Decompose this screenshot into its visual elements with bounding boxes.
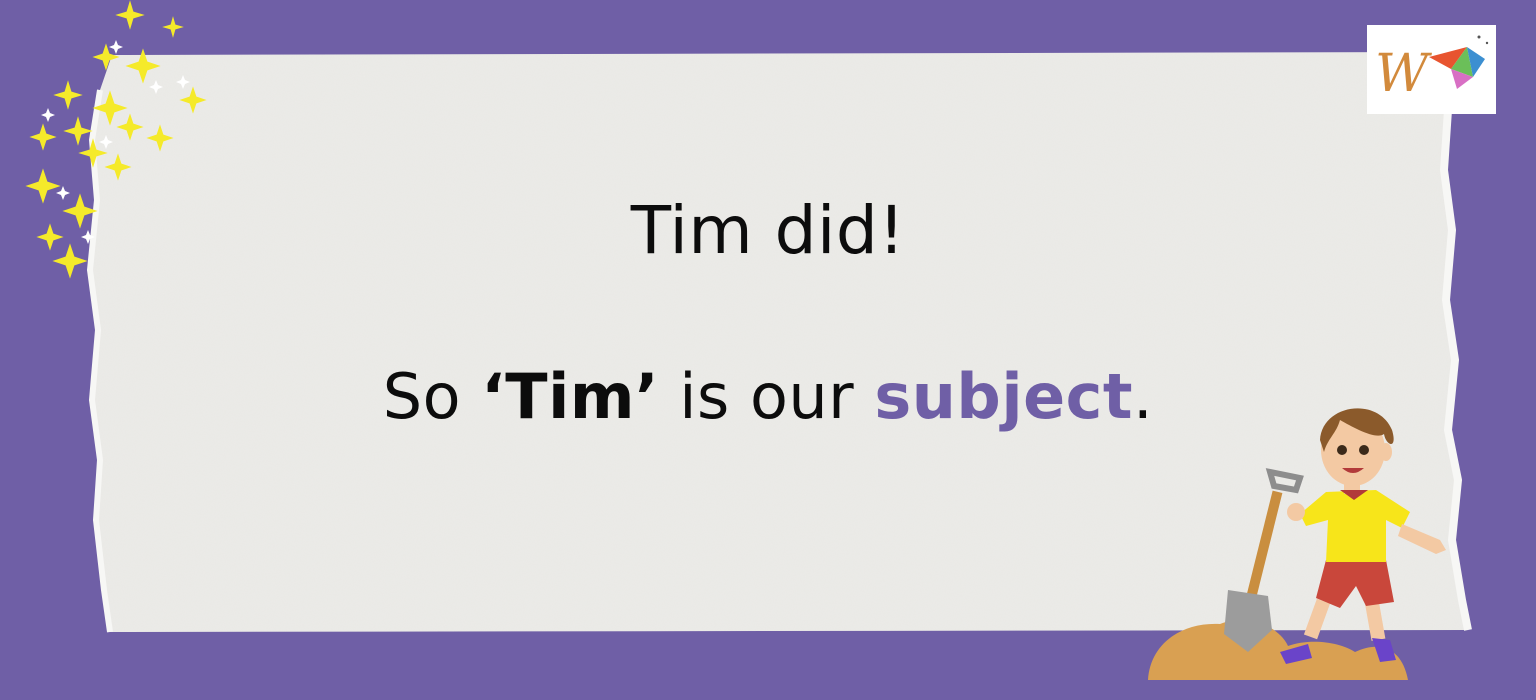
statement-line: Tim did!: [0, 192, 1536, 269]
conclusion-prefix: So: [382, 360, 482, 433]
logo-icon: W: [1367, 25, 1496, 114]
boy-with-shovel-illustration: [1148, 408, 1446, 680]
emphasized-word: ‘Tim’: [481, 360, 660, 433]
svg-text:W: W: [1375, 44, 1432, 104]
statement-text: Tim did!: [630, 192, 906, 269]
keyword-subject: subject: [874, 360, 1134, 433]
conclusion-middle: is our: [659, 360, 875, 433]
